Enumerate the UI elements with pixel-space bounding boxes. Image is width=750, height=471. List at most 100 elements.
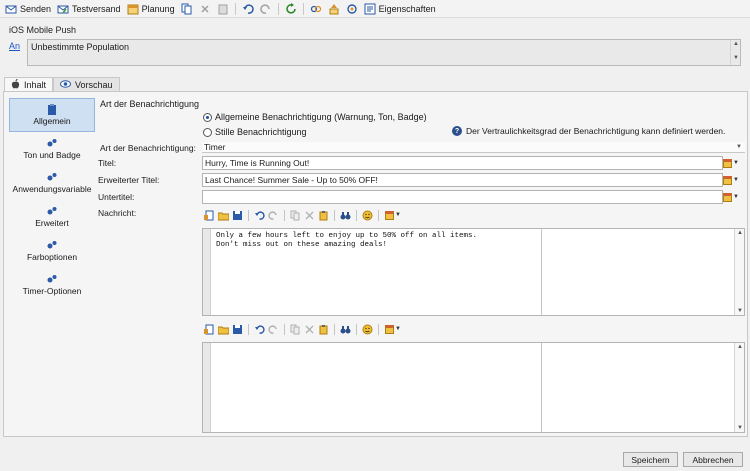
ext-title-input[interactable]: Last Chance! Summer Sale - Up to 50% OFF… [202,173,723,187]
toolbar-separator [277,2,279,15]
personalize-icon [385,324,395,334]
refresh-button[interactable] [282,1,300,17]
message-label: Nachricht: [98,208,137,218]
copy-button[interactable] [289,323,302,336]
undo-icon [255,324,265,334]
cancel-button[interactable]: Abbrechen [683,452,743,467]
upload-button[interactable] [325,1,343,17]
scroll-up-icon: ▲ [737,230,743,236]
sidebar-item-color-options[interactable]: Farboptionen [9,234,95,268]
population-field[interactable]: Unbestimmte Population ▲ ▼ [27,39,741,66]
subtitle-input[interactable] [202,190,723,204]
cut-icon [305,211,314,219]
copy-button[interactable] [178,1,196,17]
personalize-menu-button[interactable]: ▼ [383,209,403,222]
undo-button[interactable] [253,209,266,222]
new-doc-button[interactable] [203,209,216,222]
folder-icon [218,326,229,334]
subtitle-personalize-button[interactable]: ▼ [723,190,741,204]
radio-silent[interactable] [203,127,212,137]
properties-button[interactable]: Eigenschaften [361,1,439,17]
editor-gutter [203,343,211,432]
chevron-down-icon: ▼ [395,326,401,332]
planning-button[interactable]: Planung [124,1,178,17]
undo-button[interactable] [253,323,266,336]
radio-general-row[interactable]: Allgemeine Benachrichtigung (Warnung, To… [203,112,427,122]
tab-bar: Inhalt Vorschau [4,77,120,91]
redo-button[interactable] [257,1,275,17]
cut-button[interactable] [303,209,316,222]
title-personalize-button[interactable]: ▼ [723,156,741,170]
close-icon [199,3,211,15]
population-scrollbar[interactable]: ▲ ▼ [730,40,740,65]
new-doc-icon [204,210,214,220]
new-doc-button[interactable] [203,323,216,336]
test-send-button[interactable]: Testversand [54,1,124,17]
scroll-up-icon: ▲ [737,344,743,350]
gear-icon [46,138,58,148]
emoji-button[interactable] [361,209,374,222]
undo-button[interactable] [239,1,257,17]
to-link[interactable]: An [9,41,20,51]
ext-title-personalize-button[interactable]: ▼ [723,173,741,187]
paste-button[interactable] [214,1,232,17]
editor-gutter [203,229,211,315]
emoji-button[interactable] [361,323,374,336]
new-doc-icon [204,324,214,334]
editor-separator [334,323,335,335]
copy-button[interactable] [289,209,302,222]
personalize-icon [723,192,732,202]
open-button[interactable] [217,323,230,336]
gear-icon [46,206,58,216]
message-editor[interactable]: Only a few hours left to enjoy up to 50%… [202,228,745,316]
personalize-menu-button[interactable]: ▼ [383,323,403,336]
editor-scrollbar[interactable]: ▲ ▼ [734,343,744,432]
binoculars-icon [340,211,351,219]
editor-scrollbar[interactable]: ▲ ▼ [734,229,744,315]
find-button[interactable] [339,209,352,222]
save-doc-button[interactable] [231,209,244,222]
save-button[interactable]: Speichern [623,452,678,467]
chevron-down-icon: ▼ [395,212,401,218]
toolbar-separator [234,2,236,15]
smiley-icon [362,210,373,220]
scroll-down-icon: ▼ [737,425,743,431]
sidebar-item-app-variable[interactable]: Anwendungsvariable [9,166,95,200]
paste-button[interactable] [317,323,330,336]
type-select[interactable]: Timer ▼ [202,142,745,153]
population-row: An Unbestimmte Population ▲ ▼ [0,37,750,67]
sidebar-item-timer-options[interactable]: Timer-Optionen [9,268,95,302]
link-button[interactable] [307,1,325,17]
send-button[interactable]: Senden [2,1,54,17]
sidebar-item-sound-badge[interactable]: Ton und Badge [9,132,95,166]
open-button[interactable] [217,209,230,222]
secondary-editor[interactable]: ▲ ▼ [202,342,745,433]
sidebar-item-general[interactable]: Allgemein [9,98,95,132]
radio-general[interactable] [203,112,212,122]
sidebar-item-advanced[interactable]: Erweitert [9,200,95,234]
editor-separator [284,209,285,221]
population-value: Unbestimmte Population [31,42,130,52]
copy-icon [290,324,300,334]
cut-button[interactable] [303,323,316,336]
toolbar-separator [302,2,304,15]
tab-preview[interactable]: Vorschau [53,77,120,91]
gear-icon [46,274,58,284]
test-send-icon [57,3,69,15]
find-button[interactable] [339,323,352,336]
title-input[interactable]: Hurry, Time is Running Out! [202,156,723,170]
message-text[interactable]: Only a few hours left to enjoy up to 50%… [216,232,477,250]
tab-content[interactable]: Inhalt [4,77,54,91]
redo-button[interactable] [267,209,280,222]
personalize-icon [723,158,732,168]
save-doc-button[interactable] [231,323,244,336]
ext-title-label: Erweiterter Titel: [98,175,160,185]
sync-button[interactable] [343,1,361,17]
redo-button[interactable] [267,323,280,336]
floppy-icon [233,324,242,334]
paste-button[interactable] [317,209,330,222]
radio-silent-row[interactable]: Stille Benachrichtigung [203,127,307,137]
delete-button[interactable] [196,1,214,17]
redo-icon [268,210,277,220]
floppy-icon [233,210,242,220]
